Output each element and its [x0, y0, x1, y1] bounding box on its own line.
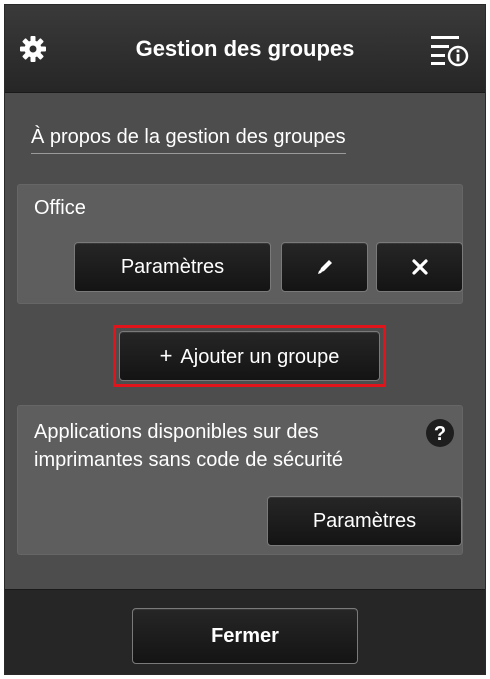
page-title: Gestion des groupes: [135, 36, 355, 61]
group-name: Office: [34, 197, 86, 219]
apps-card: Applications disponibles sur des imprima…: [17, 405, 463, 555]
add-group-button[interactable]: + Ajouter un groupe: [119, 331, 380, 381]
about-group-management-link[interactable]: À propos de la gestion des groupes: [31, 126, 346, 154]
menu-info-icon[interactable]: [429, 33, 469, 67]
apps-description: Applications disponibles sur des imprima…: [34, 421, 344, 471]
close-button[interactable]: Fermer: [132, 608, 358, 664]
help-icon[interactable]: ?: [425, 418, 455, 448]
footer-bar: Fermer: [5, 589, 485, 674]
close-icon: [411, 259, 428, 275]
group-settings-button[interactable]: Paramètres: [74, 242, 271, 292]
edit-group-button[interactable]: [281, 242, 368, 292]
header-bar: Gestion des groupes: [5, 5, 485, 93]
plus-icon: +: [159, 343, 173, 368]
group-card: Office Paramètres: [17, 184, 463, 304]
delete-group-button[interactable]: [376, 242, 463, 292]
gear-icon[interactable]: [19, 35, 47, 63]
svg-text:?: ?: [434, 423, 446, 445]
apps-settings-button[interactable]: Paramètres: [267, 496, 462, 546]
app-window: Gestion des groupes À propos de la gesti…: [4, 4, 486, 675]
pencil-icon: [317, 260, 332, 274]
add-group-label: Ajouter un groupe: [180, 346, 340, 368]
